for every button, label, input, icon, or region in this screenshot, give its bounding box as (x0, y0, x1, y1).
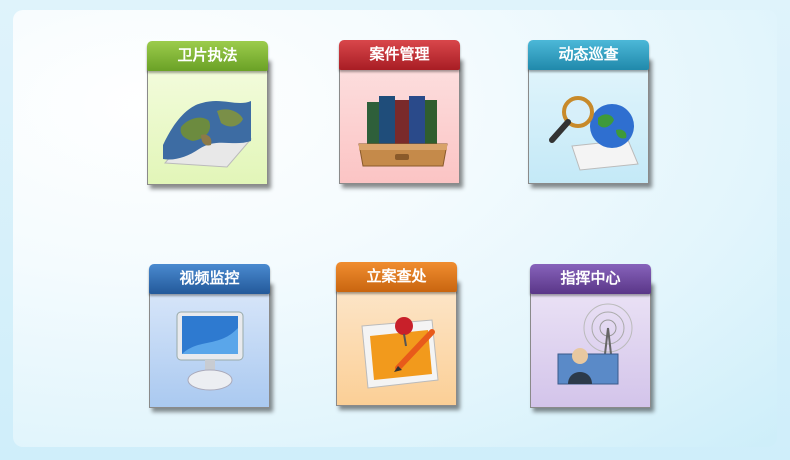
tile-header: 立案查处 (336, 262, 457, 292)
tile-dynamic-patrol[interactable]: 动态巡查 (528, 40, 649, 184)
magnifier-globe-icon (549, 96, 639, 171)
tile-command-center[interactable]: 指挥中心 (530, 264, 651, 408)
tile-header: 卫片执法 (147, 41, 268, 71)
tile-case-filing[interactable]: 立案查处 (336, 262, 457, 406)
tile-header: 视频监控 (149, 264, 270, 294)
pinned-document-pencil-icon (361, 317, 439, 389)
satellite-map-icon (163, 101, 253, 168)
tile-case-management[interactable]: 案件管理 (339, 40, 460, 184)
tile-video-monitoring[interactable]: 视频监控 (149, 264, 270, 408)
tile-satellite-enforcement[interactable]: 卫片执法 (147, 41, 268, 185)
signal-tower-operator-icon (557, 303, 633, 385)
tile-header: 动态巡查 (528, 40, 649, 70)
tile-header: 案件管理 (339, 40, 460, 70)
books-tray-icon (358, 96, 448, 167)
tile-header: 指挥中心 (530, 264, 651, 294)
computer-monitor-icon (176, 311, 244, 391)
